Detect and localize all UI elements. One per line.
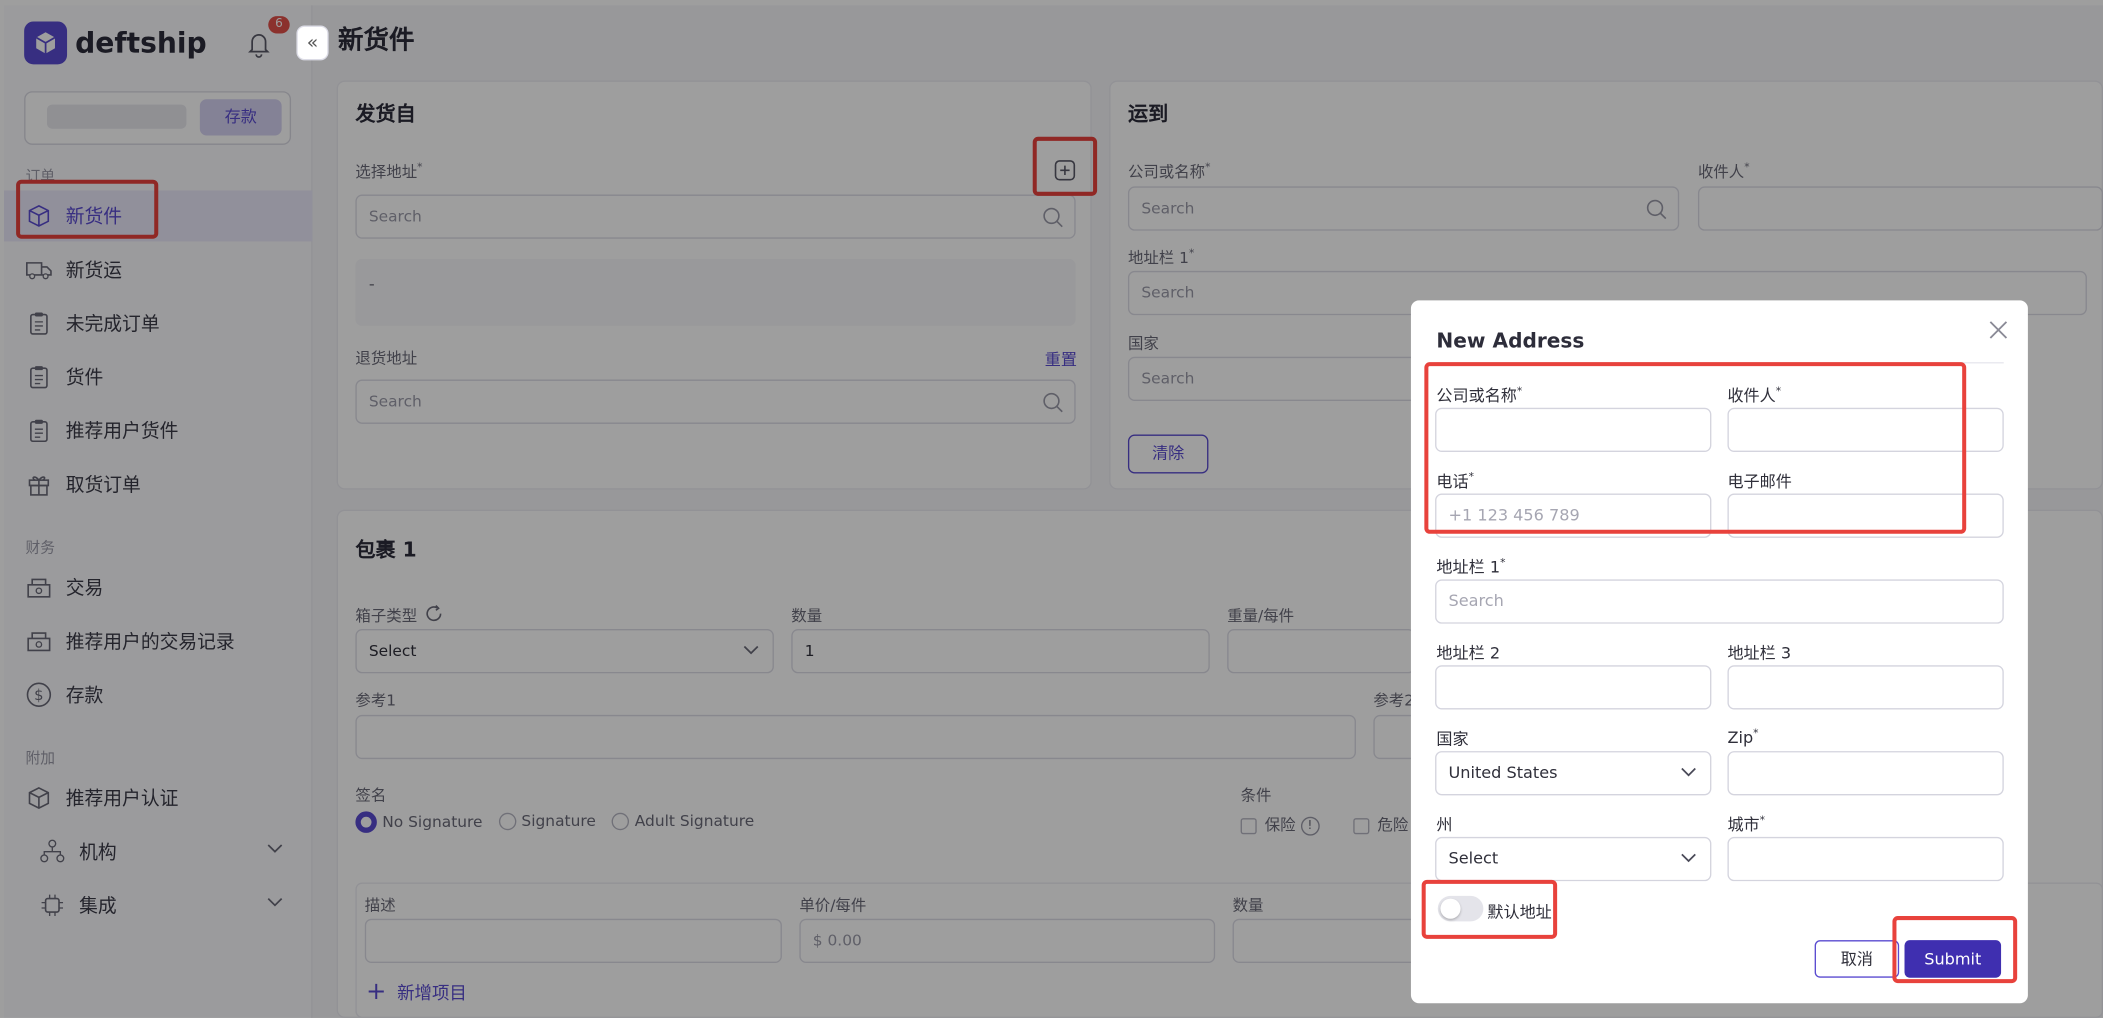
modal-zip-input[interactable] <box>1727 751 2004 796</box>
chevron-down-icon <box>1681 767 1696 777</box>
modal-address2-input[interactable] <box>1435 665 1712 710</box>
modal-address3-label: 地址栏 3 <box>1727 643 1792 663</box>
modal-country-select[interactable]: United States <box>1435 751 1712 796</box>
highlight-submit <box>1892 916 2018 984</box>
modal-country-label: 国家 <box>1436 729 1469 749</box>
modal-zip-label: Zip* <box>1727 726 1759 748</box>
highlight-default-toggle <box>1421 879 1558 939</box>
close-icon[interactable] <box>1989 319 2008 339</box>
modal-city-label: 城市* <box>1727 814 1766 835</box>
modal-address1-label: 地址栏 1* <box>1436 556 1506 577</box>
modal-address3-input[interactable] <box>1727 665 2004 710</box>
chevron-down-icon <box>1681 853 1696 863</box>
collapse-sidebar-icon[interactable]: « <box>296 25 329 61</box>
cancel-button[interactable]: 取消 <box>1814 940 1900 978</box>
country-value: United States <box>1448 763 1558 782</box>
state-value: Select <box>1448 848 1499 868</box>
highlight-contact-fields <box>1424 362 1967 534</box>
modal-address2-label: 地址栏 2 <box>1436 643 1501 663</box>
modal-state-label: 州 <box>1436 815 1453 835</box>
modal-title: New Address <box>1436 328 1585 353</box>
modal-city-input[interactable] <box>1727 836 2004 882</box>
modal-state-select[interactable]: Select <box>1435 836 1712 882</box>
modal-address1-input[interactable]: Search <box>1435 579 2004 624</box>
